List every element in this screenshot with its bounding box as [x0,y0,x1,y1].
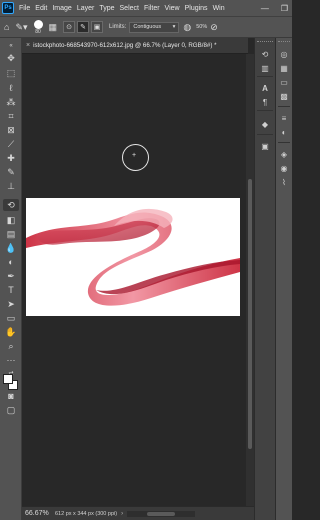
properties-panel-icon[interactable]: ≡ [277,112,291,124]
document-tab[interactable]: × istockphoto-668543970-612x612.jpg @ 66… [22,38,248,54]
sampling-once-button[interactable]: ✎ [77,21,90,33]
zoom-icon[interactable]: ⌕ [3,340,19,352]
tools-panel: « ✥ ⬚ ℓ ⁂ ⌗ ⊠ ⟋ ✚ ✎ ⊥ ⟲ ◧ ▤ 💧 ◐ ✒ T ➤ ▭ … [0,38,22,520]
blur-icon[interactable]: 💧 [3,242,19,254]
crosshair-icon: + [132,152,137,159]
sampling-swatch-button[interactable]: ▣ [91,21,104,33]
dodge-icon[interactable]: ◐ [3,256,19,268]
chevron-right-icon[interactable]: › [121,511,123,517]
patterns-panel-icon[interactable]: ▩ [277,90,291,102]
chevron-down-icon: ▾ [172,24,176,30]
quick-mask-icon[interactable]: ◙ [3,390,19,402]
menu-layer[interactable]: Layer [77,5,95,12]
character-panel-icon[interactable]: A [258,82,272,94]
eyedropper-icon[interactable]: ⟋ [3,138,19,150]
limits-label: Limits: [109,24,127,30]
3d-panel-icon[interactable]: ◆ [258,118,272,130]
gradient-icon[interactable]: ▤ [3,228,19,240]
path-select-icon[interactable]: ➤ [3,298,19,310]
stamp-icon[interactable]: ⊥ [3,180,19,192]
menu-image[interactable]: Image [52,5,71,12]
menu-window[interactable]: Win [213,5,225,12]
channels-panel-icon[interactable]: ◉ [277,162,291,174]
lasso-icon[interactable]: ℓ [3,82,19,94]
horizontal-scrollbar-thumb[interactable] [147,511,176,516]
hand-icon[interactable]: ✋ [3,326,19,338]
window-controls: — ❐ [261,0,288,16]
menu-bar: Ps File Edit Image Layer Type Select Fil… [0,0,292,16]
type-icon[interactable]: T [3,284,19,296]
tolerance-value[interactable]: 50% [196,24,207,30]
foreground-color-swatch[interactable] [3,374,13,384]
adjustments-icon[interactable]: ◐ [277,126,291,138]
options-bar: ⌂ ✎▾ 80 ▦ ⊙ ✎ ▣ Limits: Contiguous ▾ ◍ 5… [0,16,292,38]
history-brush-icon[interactable]: ⟲ [3,199,19,211]
canvas-area[interactable]: + [22,54,246,506]
paragraph-panel-icon[interactable]: ¶ [258,96,272,108]
history-panel-icon[interactable]: ⟲ [258,48,272,60]
healing-icon[interactable]: ✚ [3,152,19,164]
document-image[interactable] [26,198,240,316]
shape-icon[interactable]: ▭ [3,312,19,324]
limits-select[interactable]: Contiguous ▾ [129,21,180,33]
divider [278,106,290,107]
panel-dock-icons: ⟲ ▥ A ¶ ◆ ▣ [254,38,275,520]
move-icon[interactable]: ✥ [3,52,19,64]
divider [257,110,273,111]
dock-grip[interactable] [278,41,290,44]
menu-view[interactable]: View [165,5,180,12]
menu-filter[interactable]: Filter [144,5,160,12]
status-bar: 66.67% 612 px x 344 px (300 ppi) › [22,506,254,520]
swatches-panel-icon[interactable]: ▦ [277,62,291,74]
collapse-toolbar-icon[interactable]: « [3,40,19,52]
adjustments-panel-icon[interactable]: ▣ [258,140,272,152]
pen-icon[interactable]: ✒ [3,270,19,282]
menu-select[interactable]: Select [120,5,139,12]
menu-plugins[interactable]: Plugins [185,5,208,12]
brush-tip-icon [33,19,43,29]
pressure-icon[interactable]: ⊘ [210,22,218,33]
menu-edit[interactable]: Edit [35,5,47,12]
divider [257,76,273,77]
divider [257,134,273,135]
paths-panel-icon[interactable]: ⌇ [277,176,291,188]
sampling-continuous-button[interactable]: ⊙ [63,21,76,33]
frame-icon[interactable]: ⊠ [3,124,19,136]
limits-value: Contiguous [133,24,162,30]
brush-settings-icon[interactable]: ▦ [49,22,58,33]
horizontal-scrollbar[interactable] [127,510,196,517]
minimize-button[interactable]: — [261,4,269,13]
dock-grip[interactable] [257,41,273,44]
close-icon[interactable]: × [26,42,30,49]
crop-icon[interactable]: ⌗ [3,110,19,122]
tolerance-icon: ◍ [183,21,192,32]
brush-tool-preset-icon[interactable]: ✎▾ [15,22,27,33]
document-info[interactable]: 612 px x 344 px (300 ppi) [55,511,117,517]
home-icon[interactable]: ⌂ [4,22,9,32]
brush-picker[interactable]: 80 [33,19,43,35]
quick-select-icon[interactable]: ⁂ [3,96,19,108]
menu-type[interactable]: Type [99,5,114,12]
brush-size: 80 [35,28,41,35]
brush-icon[interactable]: ✎ [3,166,19,178]
eraser-icon[interactable]: ◧ [3,214,19,226]
restore-button[interactable]: ❐ [281,4,288,13]
divider [278,142,290,143]
zoom-level[interactable]: 66.67% [25,510,51,517]
red-ribbon-image [26,208,240,306]
color-panel-icon[interactable]: ◎ [277,48,291,60]
vertical-scrollbar[interactable] [246,54,254,506]
layers-panel-icon[interactable]: ◈ [277,148,291,160]
panel-dock-main: ◎ ▦ ▭ ▩ ≡ ◐ ◈ ◉ ⌇ [275,38,292,520]
vertical-scrollbar-thumb[interactable] [248,179,252,449]
marquee-icon[interactable]: ⬚ [3,67,19,79]
document-title: istockphoto-668543970-612x612.jpg @ 66.7… [33,42,217,49]
screen-mode-icon[interactable]: ▢ [3,404,19,416]
menu-file[interactable]: File [19,5,30,12]
gradients-panel-icon[interactable]: ▭ [277,76,291,88]
libraries-panel-icon[interactable]: ▥ [258,62,272,74]
more-icon[interactable]: ··· [3,354,19,366]
photoshop-logo: Ps [2,2,14,14]
